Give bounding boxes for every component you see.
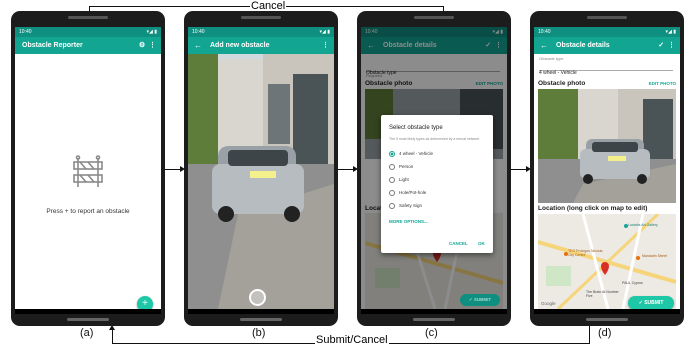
status-icons: ▾◢ ▮ <box>665 29 677 35</box>
screen-a: 10:40 ▾◢ ▮ Obstacle Reporter ⚙ ⋮ Press +… <box>15 27 161 314</box>
radio-unselected[interactable] <box>389 164 395 170</box>
dialog-description: The 5 most likely types as determined by… <box>389 137 480 141</box>
caption-c: (c) <box>425 327 438 339</box>
map-label-paul: PAUL Cyprus <box>622 281 643 285</box>
radio-unselected[interactable] <box>389 190 395 196</box>
nav-bar <box>188 309 334 314</box>
back-arrow-icon[interactable]: ← <box>540 37 548 54</box>
back-arrow-icon[interactable]: ← <box>194 37 202 54</box>
dialog-option-label: Person <box>399 164 414 170</box>
submit-flow-line-right <box>589 326 590 343</box>
status-bar: 10:40 ▾◢ ▮ <box>15 27 161 37</box>
photo-section-title: Obstacle photo <box>538 80 586 87</box>
phone-home-bar <box>586 318 628 321</box>
app-bar-actions[interactable]: ✓ ⋮ <box>658 37 675 54</box>
app-bar: Obstacle Reporter ⚙ ⋮ <box>15 37 161 54</box>
submit-flow-line-left <box>112 330 113 343</box>
status-bar: 10:40 ▾◢ ▮ <box>534 27 680 37</box>
roadblock-icon <box>73 155 103 187</box>
submit-button[interactable]: ✓ SUBMIT <box>460 294 500 306</box>
map-label-teo: TEO Prologos Nicosia City Centre <box>568 249 603 257</box>
phone-home-bar <box>67 318 109 321</box>
dialog-ok-button[interactable]: OK <box>478 241 485 246</box>
empty-message: Press + to report an obstacle <box>46 208 130 215</box>
dialog-cancel-button[interactable]: CANCEL <box>449 241 468 246</box>
phone-d: 10:40 ▾◢ ▮ ← Obstacle details ✓ ⋮ Obstac… <box>530 11 684 326</box>
caption-d: (d) <box>598 327 612 339</box>
phone-speaker <box>414 16 454 19</box>
radio-selected[interactable] <box>389 151 395 157</box>
dialog-option-label: Hole/Pot-hole <box>399 190 427 196</box>
status-time: 10:40 <box>19 29 32 35</box>
edit-photo-link[interactable]: EDIT PHOTO <box>649 81 676 86</box>
map-google-logo: Google <box>541 301 556 306</box>
caption-a: (a) <box>80 327 94 339</box>
nav-bar <box>15 309 161 314</box>
status-icons: ▾◢ ▮ <box>319 29 331 35</box>
dialog-option-label: Light <box>399 177 409 183</box>
dialog-option[interactable]: Light <box>389 177 409 183</box>
dialog-option[interactable]: Safety Sign <box>389 203 422 209</box>
caption-b: (b) <box>252 327 266 339</box>
phone-speaker <box>241 16 281 19</box>
status-time: 10:40 <box>538 29 551 35</box>
map-label-brain: The Brain At Number Five <box>586 290 619 298</box>
obstacle-photo <box>538 89 676 203</box>
phone-home-bar <box>413 318 455 321</box>
phone-c: 10:40 ▾◢ ▮ ← Obstacle details ✓ ⋮ Obstac… <box>357 11 511 326</box>
nav-bar <box>361 309 507 314</box>
select-type-dialog: Select obstacle type The 5 most likely t… <box>381 115 493 253</box>
camera-viewfinder-photo <box>188 54 334 309</box>
app-title: Add new obstacle <box>210 42 270 49</box>
plus-icon: + <box>142 298 148 309</box>
app-title: Obstacle Reporter <box>22 42 83 49</box>
overflow-menu-icon[interactable]: ⋮ <box>322 37 329 54</box>
radio-unselected[interactable] <box>389 203 395 209</box>
phone-speaker <box>587 16 627 19</box>
dialog-option[interactable]: 4 wheel - Vehicle <box>389 151 433 157</box>
app-bar-actions[interactable]: ⚙ ⋮ <box>139 37 156 54</box>
location-section-title: Location (long click on map to edit) <box>538 205 648 212</box>
phone-a: 10:40 ▾◢ ▮ Obstacle Reporter ⚙ ⋮ Press +… <box>11 11 165 326</box>
nav-bar <box>534 309 680 314</box>
obstacle-type-field[interactable]: 4 wheel - Vehicle <box>539 61 673 76</box>
dialog-option[interactable]: Person <box>389 164 413 170</box>
status-icons: ▾◢ ▮ <box>146 29 158 35</box>
arrow-b-to-c-line <box>338 169 353 170</box>
screen-c: 10:40 ▾◢ ▮ ← Obstacle details ✓ ⋮ Obstac… <box>361 27 507 314</box>
dialog-title: Select obstacle type <box>389 125 443 131</box>
map-label-gallery: Lunartis Art Gallery <box>628 223 658 227</box>
submit-button-label: SUBMIT <box>473 297 492 302</box>
map-label-mandarin: Mandarin Street <box>642 254 667 258</box>
app-title: Obstacle details <box>556 42 610 49</box>
screen-d: 10:40 ▾◢ ▮ ← Obstacle details ✓ ⋮ Obstac… <box>534 27 680 314</box>
dialog-option[interactable]: Hole/Pot-hole <box>389 190 426 196</box>
screen-b: 10:40 ▾◢ ▮ ← Add new obstacle ⋮ <box>188 27 334 314</box>
more-options-link[interactable]: MORE OPTIONS... <box>389 219 428 224</box>
app-bar: ← Add new obstacle ⋮ <box>188 37 334 54</box>
submit-flow-label: Submit/Cancel <box>315 334 389 346</box>
dialog-option-label: Safety Sign <box>399 203 423 209</box>
status-time: 10:40 <box>192 29 205 35</box>
arrow-a-to-b-line <box>165 169 180 170</box>
status-bar: 10:40 ▾◢ ▮ <box>188 27 334 37</box>
submit-button-label: SUBMIT <box>644 300 664 306</box>
shutter-button[interactable] <box>249 289 266 306</box>
submit-button[interactable]: ✓ SUBMIT <box>628 296 674 310</box>
dialog-option-label: 4 wheel - Vehicle <box>399 151 434 157</box>
arrow-c-to-d-line <box>511 169 526 170</box>
radio-unselected[interactable] <box>389 177 395 183</box>
app-bar: ← Obstacle details ✓ ⋮ <box>534 37 680 54</box>
phone-home-bar <box>240 318 282 321</box>
phone-speaker <box>68 16 108 19</box>
phone-b: 10:40 ▾◢ ▮ ← Add new obstacle ⋮ <box>184 11 338 326</box>
obstacle-type-value: 4 wheel - Vehicle <box>539 70 577 76</box>
